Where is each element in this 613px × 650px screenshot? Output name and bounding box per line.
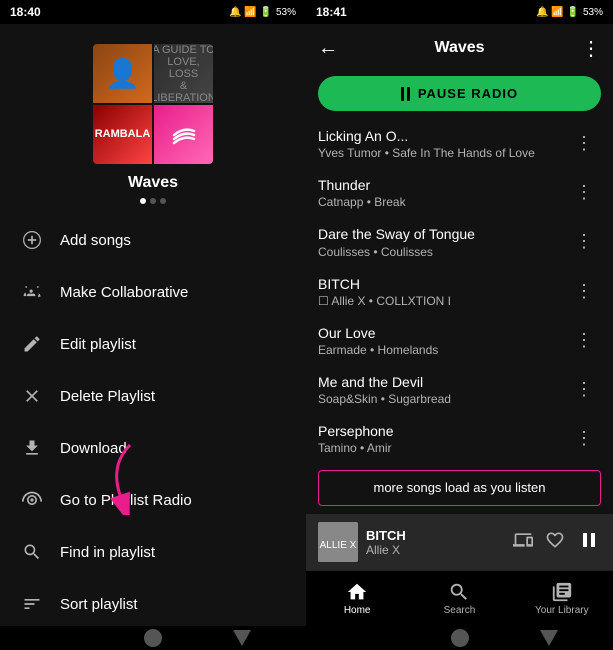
library-icon — [551, 581, 573, 603]
spotify-logo-icon — [164, 115, 204, 155]
cover-cell-3: RAMBALA — [93, 105, 152, 164]
song-more-btn[interactable]: ⋮ — [567, 227, 601, 256]
delete-playlist-label: Delete Playlist — [60, 388, 155, 405]
sort-icon — [20, 592, 44, 616]
nav-home[interactable]: Home — [306, 581, 408, 616]
edit-playlist-label: Edit playlist — [60, 336, 136, 353]
collaborative-icon — [20, 280, 44, 304]
now-playing-thumbnail: ALLIE X — [318, 522, 358, 562]
song-more-btn[interactable]: ⋮ — [567, 326, 601, 355]
menu-item-download[interactable]: Download — [0, 422, 306, 474]
find-icon — [20, 540, 44, 564]
heart-button[interactable] — [545, 530, 565, 555]
svg-text:ALLIE X: ALLIE X — [320, 540, 357, 551]
nav-library[interactable]: Your Library — [511, 581, 613, 616]
table-row[interactable]: Persephone Tamino • Amir ⋮ — [306, 414, 613, 462]
song-more-btn[interactable]: ⋮ — [567, 277, 601, 306]
left-panel: 18:40 🔔 📶 🔋 53% 👤 A GUIDE TOLOVE, LOSS& … — [0, 0, 306, 650]
table-row[interactable]: Our Love Earmade • Homelands ⋮ — [306, 316, 613, 365]
nav-library-label: Your Library — [535, 605, 589, 616]
pause-radio-label: PAUSE RADIO — [418, 86, 518, 101]
nav-home-label: Home — [344, 605, 371, 616]
table-row[interactable]: Thunder Catnapp • Break ⋮ — [306, 168, 613, 217]
recents-gesture — [233, 630, 251, 646]
make-collaborative-label: Make Collaborative — [60, 284, 188, 301]
edit-icon — [20, 332, 44, 356]
back-button[interactable]: ← — [318, 37, 350, 60]
right-panel: 18:41 🔔 📶 🔋 53% ← Waves ⋮ PAUSE RADIO Li… — [306, 0, 613, 650]
table-row[interactable]: Dare the Sway of Tongue Coulisses • Coul… — [306, 217, 613, 266]
table-row[interactable]: Licking An O... Yves Tumor • Safe In The… — [306, 119, 613, 168]
more-songs-notice: more songs load as you listen — [318, 470, 601, 506]
status-icons-left: 🔔 📶 🔋 53% — [229, 7, 296, 18]
delete-icon — [20, 384, 44, 408]
now-playing-controls — [513, 528, 601, 557]
cover-cell-1: 👤 — [93, 44, 152, 103]
home-icon — [346, 581, 368, 603]
now-playing-artist: Allie X — [366, 543, 505, 557]
download-icon — [20, 436, 44, 460]
status-time-left: 18:40 — [10, 5, 41, 19]
more-songs-text: more songs load as you listen — [374, 480, 546, 495]
song-list: Licking An O... Yves Tumor • Safe In The… — [306, 119, 613, 462]
recents-gesture-right — [540, 630, 558, 646]
header-title: Waves — [434, 39, 484, 57]
gesture-bar-left — [0, 626, 306, 650]
connect-devices-button[interactable] — [513, 530, 533, 555]
table-row[interactable]: BITCH ☐ Allie X • COLLXTION I ⋮ — [306, 267, 613, 316]
song-more-btn[interactable]: ⋮ — [567, 375, 601, 404]
now-playing-title: BITCH — [366, 528, 505, 543]
playlist-cover-grid: 👤 A GUIDE TOLOVE, LOSS& LIBERATION RAMBA… — [93, 44, 213, 164]
status-bar-left: 18:40 🔔 📶 🔋 53% — [0, 0, 306, 24]
bottom-nav: Home Search Your Library — [306, 570, 613, 626]
download-label: Download — [60, 440, 127, 457]
search-icon — [448, 581, 470, 603]
back-gesture — [144, 629, 162, 647]
song-more-btn[interactable]: ⋮ — [567, 178, 601, 207]
more-options-button[interactable]: ⋮ — [569, 36, 601, 61]
dots-indicator — [140, 198, 166, 204]
playlist-title-left: Waves — [128, 174, 178, 192]
menu-item-delete-playlist[interactable]: Delete Playlist — [0, 370, 306, 422]
song-more-btn[interactable]: ⋮ — [567, 424, 601, 453]
status-time-right: 18:41 — [316, 5, 347, 19]
gesture-bar-right — [306, 626, 613, 650]
menu-item-find-in-playlist[interactable]: Find in playlist — [0, 526, 306, 578]
find-in-playlist-label: Find in playlist — [60, 544, 155, 561]
home-gesture-right — [362, 629, 380, 647]
radio-icon — [20, 488, 44, 512]
menu-item-sort-playlist[interactable]: Sort playlist — [0, 578, 306, 626]
nav-search[interactable]: Search — [408, 581, 510, 616]
right-header: ← Waves ⋮ — [306, 24, 613, 72]
menu-item-add-songs[interactable]: Add songs — [0, 214, 306, 266]
pause-radio-button[interactable]: PAUSE RADIO — [318, 76, 601, 111]
menu-item-go-to-playlist-radio[interactable]: Go to Playlist Radio — [0, 474, 306, 526]
menu-list: Add songs Make Collaborative Edit playli… — [0, 214, 306, 626]
status-icons-right: 🔔 📶 🔋 53% — [536, 7, 603, 18]
plus-icon — [20, 228, 44, 252]
sort-playlist-label: Sort playlist — [60, 596, 138, 613]
playlist-cover-area: 👤 A GUIDE TOLOVE, LOSS& LIBERATION RAMBA… — [0, 24, 306, 214]
status-bar-right: 18:41 🔔 📶 🔋 53% — [306, 0, 613, 24]
cover-cell-2: A GUIDE TOLOVE, LOSS& LIBERATION — [154, 44, 213, 103]
menu-item-make-collaborative[interactable]: Make Collaborative — [0, 266, 306, 318]
now-playing-bar[interactable]: ALLIE X BITCH Allie X — [306, 514, 613, 570]
table-row[interactable]: Me and the Devil Soap&Skin • Sugarbread … — [306, 365, 613, 414]
home-gesture — [55, 629, 73, 647]
back-gesture-right — [451, 629, 469, 647]
nav-search-label: Search — [444, 605, 476, 616]
add-songs-label: Add songs — [60, 232, 131, 249]
pause-button[interactable] — [577, 528, 601, 557]
cover-cell-4 — [154, 105, 213, 164]
menu-item-edit-playlist[interactable]: Edit playlist — [0, 318, 306, 370]
pause-icon — [401, 87, 410, 101]
go-to-playlist-radio-label: Go to Playlist Radio — [60, 492, 192, 509]
song-more-btn[interactable]: ⋮ — [567, 129, 601, 158]
